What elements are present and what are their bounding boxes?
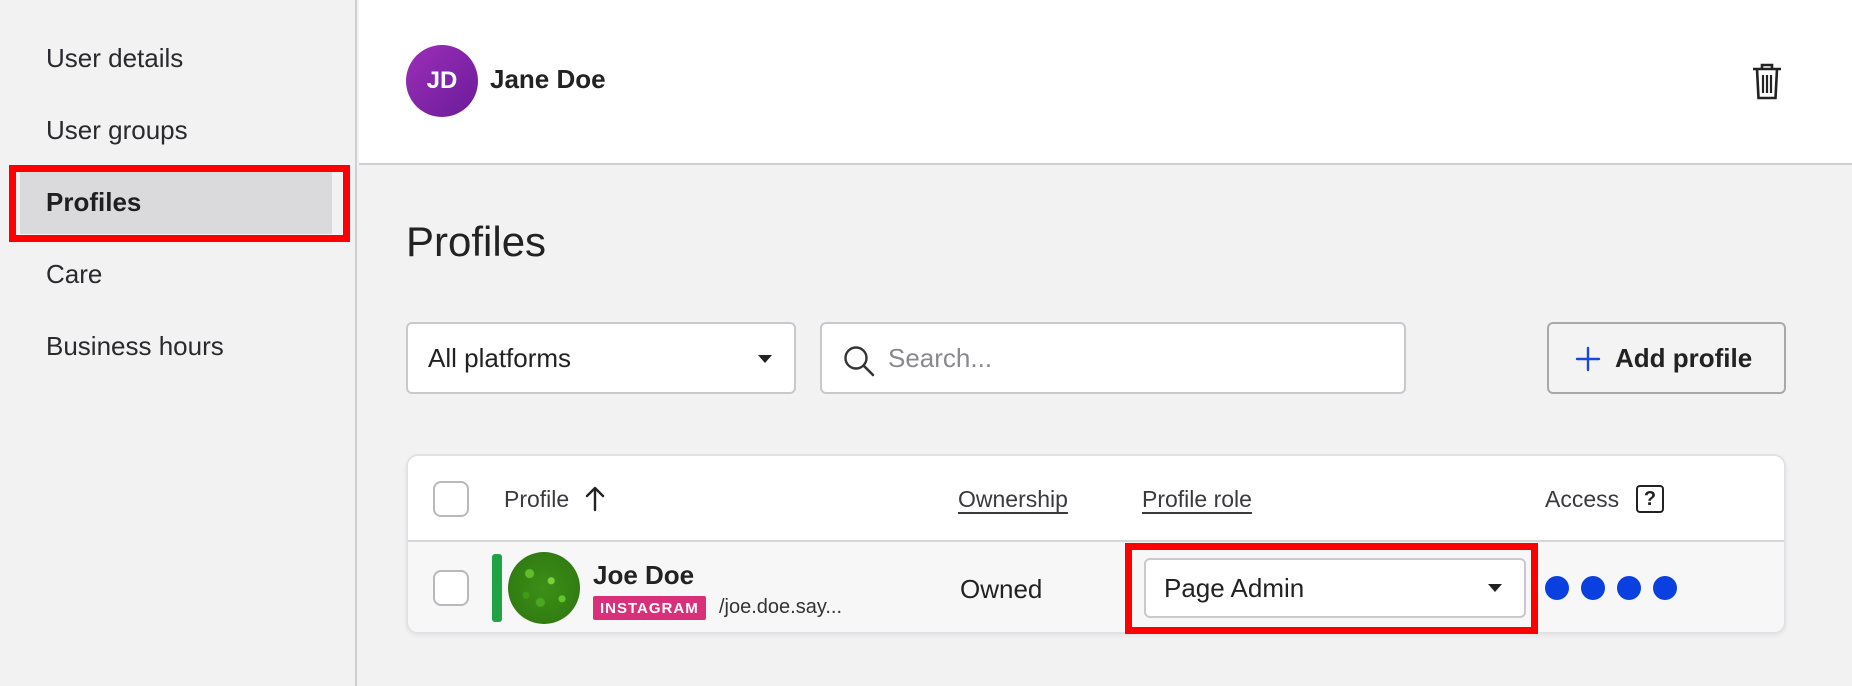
table-header: Profile Ownership Profile role Access ? <box>408 456 1784 542</box>
profile-avatar <box>508 552 580 624</box>
status-indicator <box>492 554 502 622</box>
sidebar-item-user-details[interactable]: User details <box>20 26 332 90</box>
profiles-table: Profile Ownership Profile role Access ? … <box>406 454 1786 634</box>
profile-role-select[interactable]: Page Admin <box>1144 558 1526 618</box>
help-icon[interactable]: ? <box>1636 485 1664 513</box>
user-header: JD Jane Doe <box>359 0 1852 165</box>
profile-name[interactable]: Joe Doe <box>593 560 694 591</box>
trash-icon[interactable] <box>1750 62 1784 102</box>
add-profile-button[interactable]: Add profile <box>1547 322 1786 394</box>
column-header-profile-role[interactable]: Profile role <box>1142 486 1252 513</box>
ownership-value: Owned <box>960 574 1043 604</box>
row-checkbox[interactable] <box>433 570 469 606</box>
add-profile-label: Add profile <box>1615 342 1753 373</box>
access-level-dot <box>1545 576 1569 600</box>
caret-down-icon <box>758 355 772 363</box>
platform-filter-value: All platforms <box>428 342 572 373</box>
table-row[interactable]: Joe Doe INSTAGRAM /joe.doe.say... Owned … <box>408 542 1784 632</box>
select-all-checkbox[interactable] <box>433 481 469 517</box>
column-header-ownership[interactable]: Ownership <box>958 486 1068 513</box>
sidebar: User details User groups Profiles Care B… <box>0 0 357 686</box>
sidebar-item-profiles[interactable]: Profiles <box>20 170 332 234</box>
page-title: Profiles <box>406 218 547 265</box>
search-field[interactable] <box>820 322 1406 394</box>
plus-icon <box>1575 346 1601 372</box>
access-level-dot <box>1617 576 1641 600</box>
column-header-access: Access <box>1545 486 1620 512</box>
access-level-dot <box>1653 576 1677 600</box>
sidebar-item-business-hours[interactable]: Business hours <box>20 314 332 378</box>
user-name: Jane Doe <box>490 64 606 94</box>
search-icon <box>844 346 875 377</box>
column-header-profile[interactable]: Profile <box>504 486 569 513</box>
avatar: JD <box>406 45 478 117</box>
profile-handle: /joe.doe.say... <box>719 596 843 618</box>
caret-down-icon <box>1488 584 1502 592</box>
platform-badge: INSTAGRAM <box>593 596 706 620</box>
search-input[interactable] <box>888 336 1388 380</box>
profile-role-value: Page Admin <box>1164 572 1305 603</box>
sidebar-item-care[interactable]: Care <box>20 242 332 306</box>
platform-filter-select[interactable]: All platforms <box>406 322 796 394</box>
access-level-dot <box>1581 576 1605 600</box>
sidebar-item-user-groups[interactable]: User groups <box>20 98 332 162</box>
sort-ascending-icon[interactable] <box>584 486 606 512</box>
